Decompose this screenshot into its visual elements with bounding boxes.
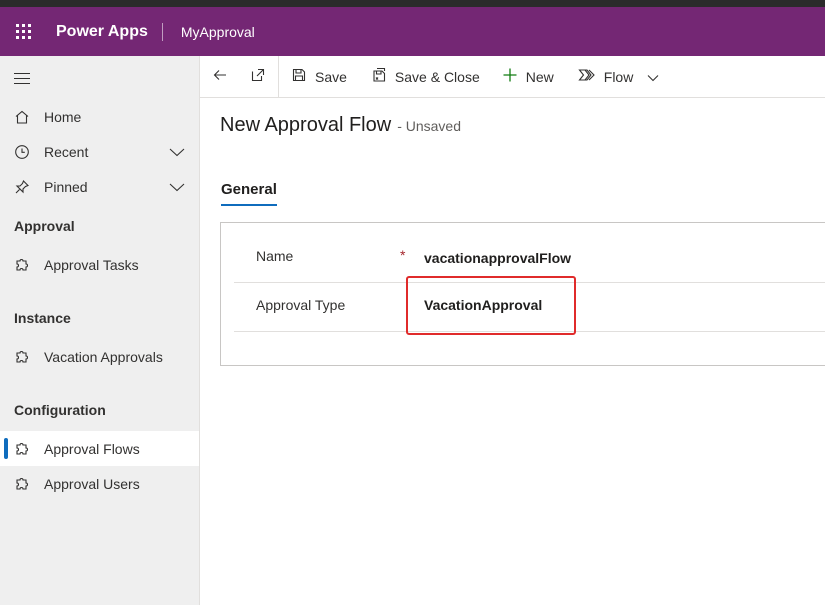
window-top-strip bbox=[0, 0, 825, 7]
back-button[interactable] bbox=[200, 56, 240, 98]
puzzle-icon bbox=[14, 476, 30, 492]
sidebar-item-label: Home bbox=[44, 108, 82, 125]
save-close-icon bbox=[371, 67, 395, 86]
annotation-highlight-box bbox=[406, 276, 576, 335]
sidebar-item-label: Approval Tasks bbox=[44, 256, 139, 273]
flow-icon bbox=[578, 67, 604, 86]
command-bar: Save Save & Close New Flow bbox=[200, 55, 825, 98]
sidebar-item-pinned[interactable]: Pinned bbox=[0, 169, 199, 204]
chevron-down-icon[interactable] bbox=[647, 69, 659, 85]
tab-general[interactable]: General bbox=[221, 181, 277, 198]
open-in-new-window-button[interactable] bbox=[240, 56, 278, 98]
waffle-icon bbox=[15, 24, 31, 39]
name-field[interactable]: vacationapprovalFlow bbox=[424, 250, 571, 266]
home-icon bbox=[14, 109, 30, 125]
required-marker: * bbox=[400, 247, 406, 263]
app-launcher-button[interactable] bbox=[0, 7, 46, 56]
tab-selected-indicator bbox=[221, 204, 277, 206]
save-and-close-button[interactable]: Save & Close bbox=[355, 56, 488, 98]
pin-icon bbox=[14, 179, 30, 195]
new-label: New bbox=[525, 68, 554, 85]
flow-button[interactable]: Flow bbox=[562, 56, 668, 98]
sidebar: Home Recent Pinned Approval Approval Tas… bbox=[0, 56, 200, 605]
nav-group-title: Configuration bbox=[14, 402, 106, 418]
chevron-down-icon[interactable] bbox=[169, 144, 185, 160]
form-header: New Approval Flow - Unsaved bbox=[220, 114, 461, 137]
save-icon bbox=[291, 67, 315, 86]
product-name[interactable]: Power Apps bbox=[46, 22, 163, 41]
nav-group-title: Approval bbox=[14, 218, 75, 234]
save-and-close-label: Save & Close bbox=[394, 68, 480, 85]
sidebar-item-vacation-approvals[interactable]: Vacation Approvals bbox=[0, 339, 199, 374]
sidebar-item-home[interactable]: Home bbox=[0, 99, 199, 134]
app-header: Power Apps MyApproval bbox=[0, 7, 825, 56]
chevron-down-icon[interactable] bbox=[169, 179, 185, 195]
sidebar-item-label: Approval Flows bbox=[44, 440, 140, 457]
plus-icon bbox=[502, 67, 526, 86]
field-label: Approval Type bbox=[256, 297, 346, 313]
arrow-left-icon bbox=[212, 67, 228, 86]
hamburger-icon[interactable] bbox=[14, 73, 30, 88]
save-button[interactable]: Save bbox=[279, 56, 355, 98]
sidebar-item-approval-flows[interactable]: Approval Flows bbox=[0, 431, 199, 466]
flow-label: Flow bbox=[603, 68, 634, 85]
page-title: New Approval Flow bbox=[220, 114, 392, 136]
sidebar-item-approval-users[interactable]: Approval Users bbox=[0, 466, 199, 501]
save-label: Save bbox=[315, 68, 347, 85]
app-title[interactable]: MyApproval bbox=[163, 24, 255, 40]
clock-icon bbox=[14, 144, 30, 160]
nav-group-title: Instance bbox=[14, 310, 71, 326]
field-label: Name bbox=[256, 248, 294, 264]
save-status: - Unsaved bbox=[397, 118, 461, 134]
puzzle-icon bbox=[14, 349, 30, 365]
sidebar-item-recent[interactable]: Recent bbox=[0, 134, 199, 169]
sidebar-item-label: Approval Users bbox=[44, 475, 140, 492]
sidebar-item-label: Recent bbox=[44, 143, 89, 160]
sidebar-item-label: Pinned bbox=[44, 178, 88, 195]
puzzle-icon bbox=[14, 441, 30, 457]
sidebar-item-approval-tasks[interactable]: Approval Tasks bbox=[0, 247, 199, 282]
sidebar-item-label: Vacation Approvals bbox=[44, 348, 163, 365]
puzzle-icon bbox=[14, 257, 30, 273]
new-button[interactable]: New bbox=[488, 56, 562, 98]
pop-out-icon bbox=[250, 67, 266, 86]
